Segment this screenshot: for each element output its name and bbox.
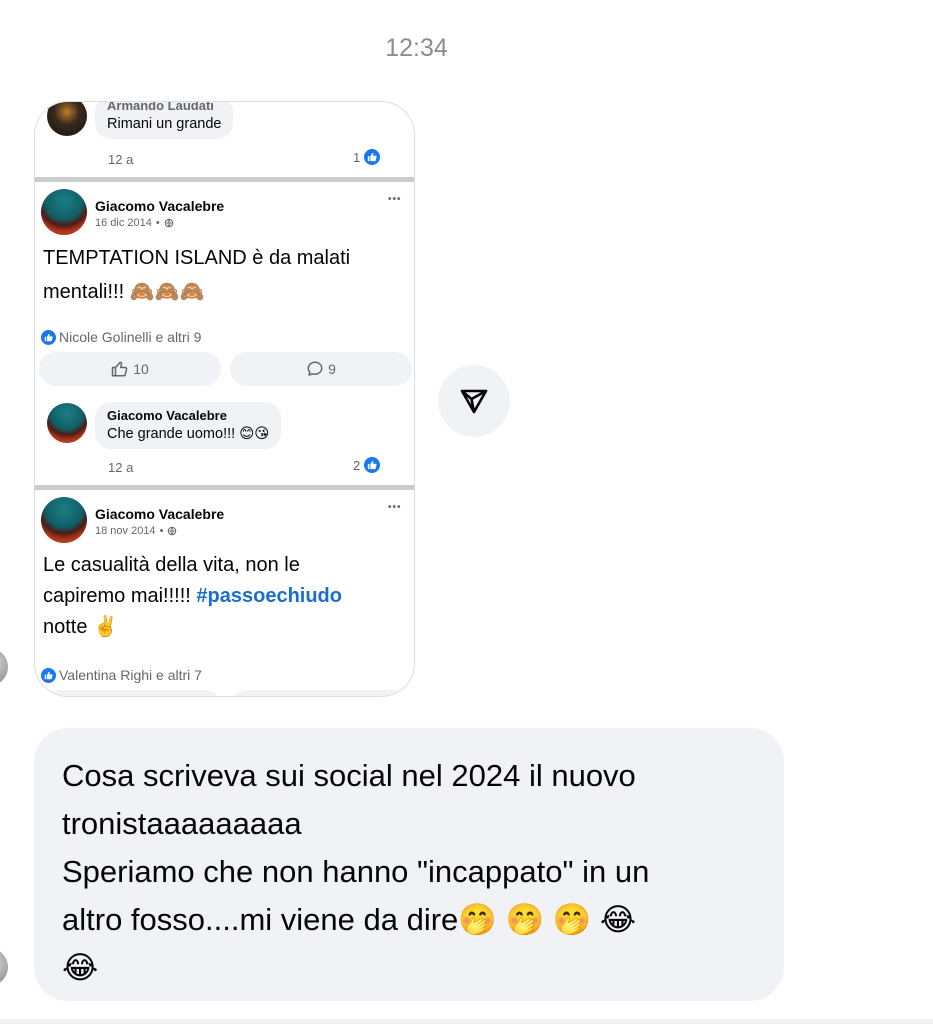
thumbs-up-icon bbox=[111, 361, 128, 377]
thumbs-up-icon bbox=[364, 457, 381, 473]
comment-bubble: Armando Laudati Rimani un grande bbox=[95, 101, 234, 139]
date-separator: • bbox=[159, 525, 164, 537]
sender-avatar[interactable] bbox=[0, 648, 8, 686]
composer-edge bbox=[0, 1019, 933, 1024]
post-text-line: Le casualità della vita, non le bbox=[43, 554, 300, 576]
forward-send-icon bbox=[460, 389, 488, 414]
comment-like-count: 1 bbox=[353, 149, 381, 165]
post-divider bbox=[35, 485, 414, 490]
reactions-text: Valentina Righi e altri 7 bbox=[59, 667, 202, 683]
comment-like-count: 2 bbox=[353, 457, 381, 473]
poster-avatar bbox=[41, 497, 87, 543]
globe-icon bbox=[168, 526, 177, 536]
poster-avatar bbox=[41, 189, 87, 235]
comment-button[interactable]: 9 bbox=[230, 352, 412, 386]
comment-bubble-icon bbox=[307, 361, 323, 376]
post-text-line: mentali!!! 🙈🙈🙈 bbox=[43, 281, 205, 303]
like-button[interactable] bbox=[39, 690, 221, 696]
message-line: 😂 bbox=[62, 950, 99, 985]
message-line: altro fosso....mi viene da dire🤭 🤭 🤭 😂 bbox=[62, 902, 637, 937]
comment-like-number: 1 bbox=[353, 149, 361, 165]
comment-text: Che grande uomo!!! 😊😘 bbox=[107, 426, 270, 442]
shared-screenshot-card[interactable]: Armando Laudati Rimani un grande 12 a 1 … bbox=[34, 101, 415, 697]
thumbs-up-icon bbox=[41, 329, 56, 345]
post-text: Le casualità della vita, non le capiremo… bbox=[43, 550, 342, 643]
comment-count: 9 bbox=[328, 361, 336, 377]
globe-icon bbox=[164, 218, 174, 228]
like-count: 10 bbox=[133, 361, 149, 377]
like-button[interactable]: 10 bbox=[39, 352, 221, 386]
post-text-line: TEMPTATION ISLAND è da malati bbox=[43, 247, 351, 269]
post-date-text: 16 dic 2014 bbox=[95, 217, 152, 229]
sender-avatar[interactable] bbox=[0, 948, 8, 986]
post-reactions-summary[interactable]: Valentina Righi e altri 7 bbox=[41, 667, 202, 683]
post-date: 18 nov 2014 • bbox=[95, 525, 177, 537]
post-divider bbox=[35, 177, 414, 182]
forward-button[interactable] bbox=[438, 365, 510, 437]
comment-avatar bbox=[47, 403, 87, 443]
comment-author: Armando Laudati bbox=[107, 101, 214, 113]
post-date-text: 18 nov 2014 bbox=[95, 525, 156, 537]
comment-bubble: Giacomo Vacalebre Che grande uomo!!! 😊😘 bbox=[95, 402, 282, 449]
comment-author: Giacomo Vacalebre bbox=[107, 408, 227, 423]
post-text-line: notte ✌️ bbox=[43, 616, 118, 638]
post-date: 16 dic 2014 • bbox=[95, 217, 174, 229]
comment-age: 12 a bbox=[108, 152, 134, 167]
reactions-text: Nicole Golinelli e altri 9 bbox=[59, 329, 202, 345]
post-more-options[interactable]: ••• bbox=[388, 194, 402, 205]
hashtag-link[interactable]: #passoechiudo bbox=[196, 585, 342, 607]
comment-text: Rimani un grande bbox=[107, 116, 222, 132]
message-timestamp: 12:34 bbox=[385, 34, 448, 62]
post-text: TEMPTATION ISLAND è da malati mentali!!!… bbox=[43, 241, 350, 309]
message-line: Speriamo che non hanno "incappato" in un bbox=[62, 854, 650, 889]
comment-avatar bbox=[47, 102, 87, 136]
post-text-line: capiremo mai!!!!! bbox=[43, 585, 197, 607]
comment-like-number: 2 bbox=[353, 457, 361, 473]
message-line: tronistaaaaaaaaa bbox=[62, 806, 302, 841]
comment-button[interactable] bbox=[230, 690, 412, 696]
poster-name: Giacomo Vacalebre bbox=[95, 506, 225, 522]
thumbs-up-icon bbox=[41, 667, 56, 683]
comment-age: 12 a bbox=[108, 460, 134, 475]
post-more-options[interactable]: ••• bbox=[388, 502, 402, 513]
thumbs-up-icon bbox=[364, 149, 381, 165]
message-bubble[interactable]: Cosa scriveva sui social nel 2024 il nuo… bbox=[34, 728, 784, 1001]
date-separator: • bbox=[155, 217, 160, 229]
post-reactions-summary[interactable]: Nicole Golinelli e altri 9 bbox=[41, 329, 201, 345]
message-line: Cosa scriveva sui social nel 2024 il nuo… bbox=[62, 758, 636, 793]
poster-name: Giacomo Vacalebre bbox=[95, 198, 225, 214]
